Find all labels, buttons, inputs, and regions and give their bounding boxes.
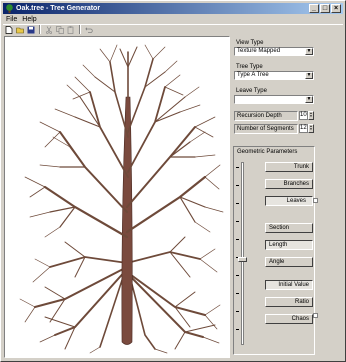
branches-button[interactable]: Branches — [265, 179, 313, 189]
slider-tick — [236, 329, 239, 330]
menu-bar: File Help — [3, 15, 37, 24]
minimize-button[interactable]: _ — [309, 4, 319, 13]
app-window: Oak.tree - Tree Generator _ □ × File Hel… — [0, 0, 346, 362]
angle-button[interactable]: Angle — [265, 257, 313, 267]
save-icon[interactable] — [26, 25, 36, 35]
initial-value-button[interactable]: Initial Value — [265, 280, 313, 290]
segments-input[interactable]: 12 — [299, 124, 308, 133]
undo-icon[interactable] — [84, 25, 94, 35]
slider-tick — [236, 167, 239, 168]
chevron-down-icon[interactable]: ▼ — [305, 72, 313, 79]
slider-tick — [236, 311, 239, 312]
ratio-button[interactable]: Ratio — [265, 297, 313, 307]
view-type-label: View Type — [236, 40, 264, 46]
segments-spinner[interactable]: ▲ ▼ — [308, 124, 314, 133]
tree-type-select[interactable]: Type A Tree ▼ — [234, 71, 314, 80]
leave-type-label: Leave Type — [236, 88, 267, 94]
upper-branches — [24, 44, 224, 239]
recursion-depth-input[interactable]: 10 — [299, 111, 308, 120]
slider-tick — [236, 185, 239, 186]
chevron-down-icon[interactable]: ▼ — [305, 96, 313, 103]
menu-file[interactable]: File — [6, 15, 17, 24]
leave-type-select[interactable]: ▼ — [234, 95, 314, 104]
chevron-down-icon[interactable]: ▼ — [305, 48, 313, 55]
cut-icon[interactable] — [44, 25, 54, 35]
slider-tick — [236, 293, 239, 294]
window-controls: _ □ × — [309, 4, 341, 13]
open-folder-icon[interactable] — [15, 25, 25, 35]
recursion-depth-spinner[interactable]: ▲ ▼ — [308, 111, 314, 120]
leaves-button[interactable]: Leaves — [265, 196, 313, 206]
tree-rendering — [19, 44, 224, 354]
tree-type-label: Tree Type — [236, 64, 263, 70]
maximize-button[interactable]: □ — [320, 4, 330, 13]
geometric-parameters-group: Geometric Parameters Trunk Branches Leav… — [233, 146, 318, 355]
section-button[interactable]: Section — [265, 223, 313, 233]
parameter-slider-thumb[interactable] — [238, 257, 247, 262]
leaves-checkbox[interactable] — [313, 198, 318, 203]
geometric-parameters-label: Geometric Parameters — [237, 149, 298, 155]
toolbar — [3, 24, 343, 35]
recursion-depth-label: Recursion Depth — [234, 111, 298, 121]
close-button[interactable]: × — [331, 4, 341, 13]
paste-icon[interactable] — [66, 25, 76, 35]
menu-help[interactable]: Help — [22, 15, 36, 24]
control-panel: View Type Texture Mapped ▼ Tree Type Typ… — [231, 36, 343, 358]
trunk-button[interactable]: Trunk — [265, 162, 313, 172]
slider-tick — [236, 221, 239, 222]
slider-tick — [236, 239, 239, 240]
tree-app-icon — [6, 4, 13, 13]
window-title: Oak.tree - Tree Generator — [16, 5, 101, 12]
view-type-select[interactable]: Texture Mapped ▼ — [234, 47, 314, 56]
chaos-button[interactable]: Chaos — [265, 314, 313, 324]
copy-icon[interactable] — [55, 25, 65, 35]
slider-tick — [236, 275, 239, 276]
tree-render-viewport[interactable] — [4, 36, 230, 358]
tree-type-value: Type A Tree — [237, 72, 269, 78]
segments-label: Number of Segments — [234, 124, 298, 134]
toolbar-separator — [39, 25, 41, 34]
title-bar[interactable]: Oak.tree - Tree Generator _ □ × — [3, 3, 343, 14]
new-file-icon[interactable] — [4, 25, 14, 35]
chaos-checkbox[interactable] — [313, 313, 318, 318]
slider-tick — [236, 203, 239, 204]
lower-branches — [19, 236, 221, 354]
length-button[interactable]: Length — [265, 240, 313, 250]
toolbar-separator — [79, 25, 81, 34]
view-type-value: Texture Mapped — [237, 48, 281, 54]
parameter-slider-track[interactable] — [241, 162, 244, 345]
